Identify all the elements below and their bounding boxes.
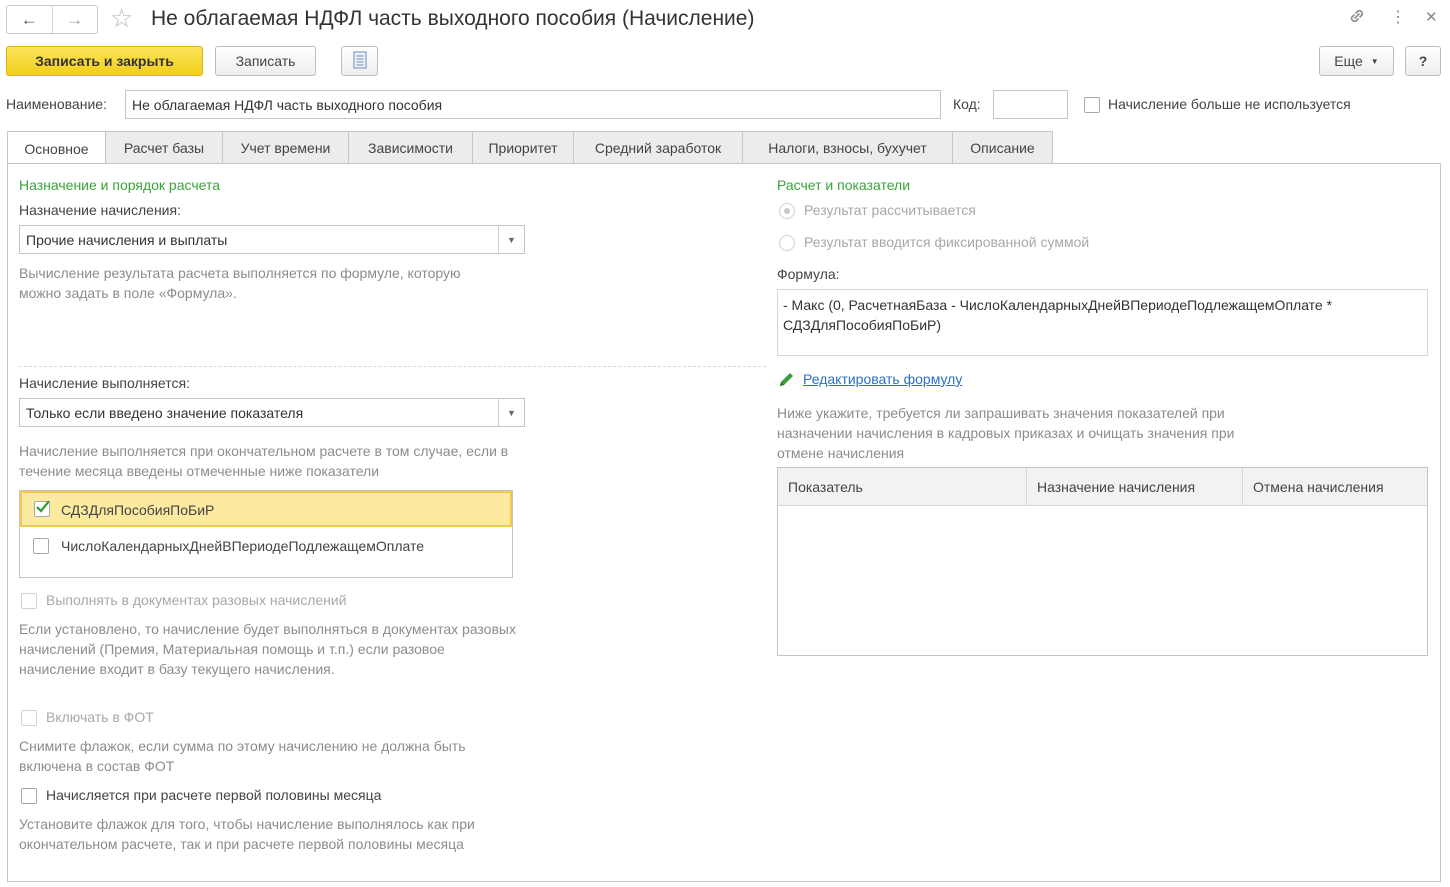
dropdown-arrow-icon[interactable]: ▼ — [498, 226, 524, 253]
right-section-title: Расчет и показатели — [777, 177, 911, 193]
indicator-label: СДЗДляПособияПоБиР — [61, 502, 215, 518]
purpose-hint: Вычисление результата расчета выполняетс… — [19, 265, 461, 301]
list-item[interactable]: СДЗДляПособияПоБиР — [20, 491, 512, 527]
code-label: Код: — [953, 96, 981, 112]
first-half-checkbox[interactable] — [21, 788, 37, 804]
radio-calculated[interactable] — [779, 203, 795, 219]
section-divider — [19, 366, 766, 367]
checkmark-icon — [36, 500, 50, 513]
purpose-label: Назначение начисления: — [19, 202, 181, 218]
indicators-list: СДЗДляПособияПоБиР ЧислоКалендарныхДнейВ… — [19, 490, 513, 578]
tab-description[interactable]: Описание — [952, 131, 1053, 163]
column-header-cancellation[interactable]: Отмена начисления — [1242, 468, 1427, 505]
purpose-select-value: Прочие начисления и выплаты — [26, 231, 228, 248]
more-button[interactable]: Еще ▼ — [1319, 46, 1394, 76]
onetime-label: Выполнять в документах разовых начислени… — [46, 592, 347, 608]
tab-base-calculation[interactable]: Расчет базы — [105, 131, 223, 163]
radio-calculated-label: Результат рассчитывается — [804, 202, 976, 218]
table-hint: Ниже укажите, требуется ли запрашивать з… — [777, 405, 1235, 461]
first-half-label: Начисляется при расчете первой половины … — [46, 787, 382, 803]
pencil-icon — [778, 371, 795, 391]
document-icon — [353, 51, 367, 72]
exec-label: Начисление выполняется: — [19, 375, 190, 391]
unused-checkbox[interactable] — [1084, 97, 1100, 113]
back-arrow-icon[interactable]: ← — [7, 6, 52, 33]
tab-main[interactable]: Основное — [7, 131, 106, 165]
more-vertical-icon[interactable]: ⋮ — [1390, 7, 1406, 27]
formula-field[interactable]: - Макс (0, РасчетнаяБаза - ЧислоКалендар… — [777, 289, 1428, 356]
purpose-select[interactable]: Прочие начисления и выплаты ▼ — [19, 225, 525, 254]
favorite-star-icon[interactable]: ☆ — [110, 3, 133, 33]
tab-bar: Основное Расчет базы Учет времени Зависи… — [7, 131, 1053, 165]
exec-select-value: Только если введено значение показателя — [26, 404, 304, 421]
close-icon[interactable]: ✕ — [1425, 8, 1438, 26]
window-title: Не облагаемая НДФЛ часть выходного пособ… — [151, 7, 755, 30]
report-button[interactable] — [341, 46, 378, 76]
help-button[interactable]: ? — [1405, 46, 1441, 76]
formula-line: СДЗДляПособияПоБиР) — [783, 317, 942, 333]
unused-label: Начисление больше не используется — [1108, 96, 1351, 112]
tab-dependencies[interactable]: Зависимости — [348, 131, 473, 163]
code-input[interactable] — [993, 90, 1068, 119]
formula-label: Формула: — [777, 266, 840, 282]
link-icon[interactable] — [1347, 6, 1367, 31]
column-header-assignment[interactable]: Назначение начисления — [1026, 468, 1242, 505]
dropdown-arrow-icon[interactable]: ▼ — [498, 399, 524, 426]
fot-checkbox[interactable] — [21, 710, 37, 726]
forward-arrow-icon[interactable]: → — [51, 6, 98, 33]
tab-priority[interactable]: Приоритет — [472, 131, 574, 163]
indicator-checkbox[interactable] — [33, 538, 49, 554]
indicator-label: ЧислоКалендарныхДнейВПериодеПодлежащемОп… — [61, 538, 425, 554]
radio-fixed[interactable] — [779, 235, 795, 251]
table-header: Показатель Назначение начисления Отмена … — [778, 468, 1427, 506]
more-button-label: Еще — [1334, 53, 1363, 69]
fot-hint: Снимите флажок, если сумма по этому начи… — [19, 738, 466, 774]
indicators-table: Показатель Назначение начисления Отмена … — [777, 467, 1428, 656]
dropdown-arrow-icon: ▼ — [1370, 56, 1379, 66]
tab-average-earnings[interactable]: Средний заработок — [573, 131, 743, 163]
tab-taxes[interactable]: Налоги, взносы, бухучет — [742, 131, 953, 163]
save-button[interactable]: Записать — [215, 46, 316, 76]
name-label: Наименование: — [6, 96, 107, 112]
name-input[interactable]: Не облагаемая НДФЛ часть выходного пособ… — [125, 90, 941, 119]
exec-select[interactable]: Только если введено значение показателя … — [19, 398, 525, 427]
onetime-checkbox[interactable] — [21, 593, 37, 609]
save-and-close-button[interactable]: Записать и закрыть — [6, 46, 203, 76]
left-section-title: Назначение и порядок расчета — [19, 177, 221, 193]
exec-hint: Начисление выполняется при окончательном… — [19, 443, 509, 479]
onetime-hint: Если установлено, то начисление будет вы… — [19, 621, 516, 677]
first-half-hint: Установите флажок для того, чтобы начисл… — [19, 816, 475, 852]
column-header-indicator[interactable]: Показатель — [778, 468, 1026, 505]
formula-line: - Макс (0, РасчетнаяБаза - ЧислоКалендар… — [783, 297, 1333, 313]
indicator-checkbox[interactable] — [34, 500, 50, 517]
list-item[interactable]: ЧислоКалендарныхДнейВПериодеПодлежащемОп… — [20, 529, 512, 565]
fot-label: Включать в ФОТ — [46, 709, 154, 725]
radio-fixed-label: Результат вводится фиксированной суммой — [804, 234, 1090, 250]
navigation-buttons: ← → — [6, 5, 98, 34]
edit-formula-link[interactable]: Редактировать формулу — [803, 371, 962, 387]
tab-time-accounting[interactable]: Учет времени — [222, 131, 349, 163]
